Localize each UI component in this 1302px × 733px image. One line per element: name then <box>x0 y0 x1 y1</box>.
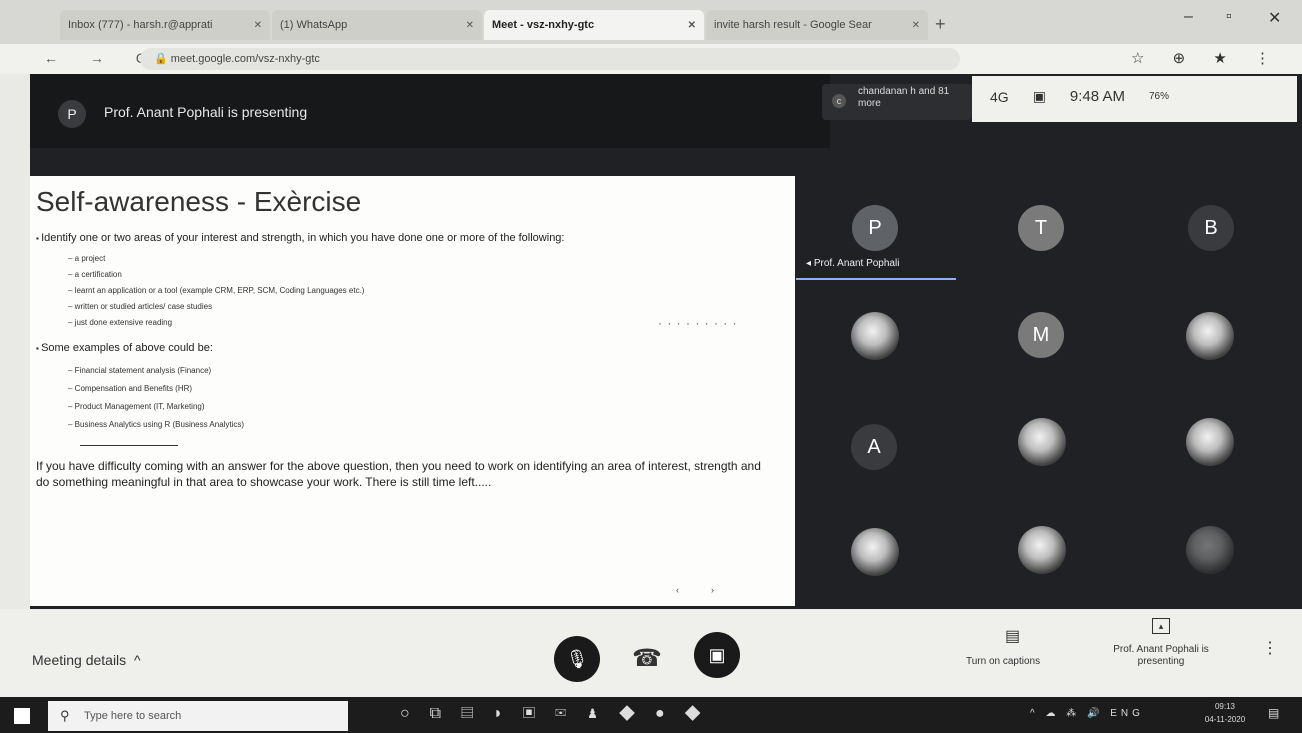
tab-title: invite harsh result - Google Sear <box>714 19 872 31</box>
prev-slide-icon[interactable]: ‹ <box>676 585 711 595</box>
extension-icons[interactable]: ☆ ⊕ ★ ⋮ <box>1131 49 1282 67</box>
close-tab-icon[interactable]: ✕ <box>688 20 696 31</box>
overlay-items: 4G ▣ 9:48 AM 76% <box>990 88 1169 105</box>
participant-avatar[interactable]: P <box>852 205 898 251</box>
slide-blank-line <box>80 445 178 446</box>
tab-meet[interactable]: Meet - vsz-nxhy-gtc ✕ <box>484 10 704 40</box>
participant-photo[interactable] <box>851 528 899 576</box>
participant-avatar[interactable]: A <box>851 424 897 470</box>
system-tray[interactable]: ^ ☁ ⁂ 🔊 ENG <box>1030 708 1144 719</box>
hang-up-button[interactable]: ☎ <box>632 644 662 673</box>
participant-photo[interactable] <box>1186 526 1234 574</box>
minimize-button[interactable]: – <box>1184 8 1193 26</box>
close-tab-icon[interactable]: ✕ <box>254 20 262 31</box>
captions-label[interactable]: Turn on captions <box>966 656 1040 667</box>
participant-avatar[interactable]: T <box>1018 205 1064 251</box>
tab-title: Inbox (777) - harsh.r@apprati <box>68 19 213 31</box>
present-icon[interactable]: ▴ <box>1152 618 1170 634</box>
slide-bullet: Some examples of above could be: <box>36 342 213 354</box>
camera-off-icon: ▣ <box>708 645 726 665</box>
slide-sub-item: Financial statement analysis (Finance) <box>68 366 212 375</box>
clock-date: 04-11-2020 <box>1204 715 1246 724</box>
clock-time: 09:13 <box>1214 702 1236 711</box>
close-tab-icon[interactable]: ✕ <box>912 20 920 31</box>
cast-icon: ▣ <box>1032 88 1046 104</box>
participant-photo[interactable] <box>851 312 899 360</box>
slide-sub-item: a project <box>68 254 106 263</box>
slide-bullet: Identify one or two areas of your intere… <box>36 232 564 244</box>
captions-icon[interactable]: ▤ <box>1005 626 1020 646</box>
status-time: 9:48 AM <box>1069 88 1125 105</box>
taskbar-app-icons[interactable]: ○⧉▤◗▣✉♟◆●◆ <box>400 705 721 723</box>
mic-off-icon: 🎙 <box>565 649 589 669</box>
slide-sub-item: written or studied articles/ case studie… <box>68 302 212 311</box>
mic-off-button[interactable]: 🎙 <box>554 636 600 682</box>
tab-gmail[interactable]: Inbox (777) - harsh.r@apprati ✕ <box>60 10 270 40</box>
presenter-highlight <box>796 278 956 280</box>
participant-photo[interactable] <box>1018 526 1066 574</box>
present-status-label[interactable]: Prof. Anant Pophali is presenting <box>1106 644 1216 668</box>
participant-avatar[interactable]: M <box>1018 312 1064 358</box>
slide-sub-item: learnt an application or a tool (example… <box>68 286 365 295</box>
maximize-button[interactable]: ▫ <box>1226 8 1232 26</box>
slide-pager[interactable]: ‹› <box>676 585 746 595</box>
slide-sub-item: just done extensive reading <box>68 318 172 327</box>
camera-off-button[interactable]: ▣ <box>694 632 740 678</box>
windows-start-icon[interactable] <box>14 708 30 724</box>
meeting-details-label: Meeting details <box>32 652 127 668</box>
url-text: meet.google.com/vsz-nxhy-gtc <box>170 53 320 65</box>
address-bar-row: ← → C 🔒 meet.google.com/vsz-nxhy-gtc ☆ ⊕… <box>0 44 1302 74</box>
participant-photo[interactable] <box>1186 312 1234 360</box>
participant-photo[interactable] <box>1186 418 1234 466</box>
slide-sub-item: Compensation and Benefits (HR) <box>68 384 192 393</box>
lock-icon: 🔒 <box>154 53 171 65</box>
signal-icon: 4G <box>990 88 1009 105</box>
chevron-up-icon: ^ <box>133 652 141 668</box>
meeting-details-button[interactable]: Meeting details ^ <box>32 652 141 668</box>
slide-paragraph: If you have difficulty coming with an an… <box>36 459 761 489</box>
more-options-icon[interactable]: ⋮ <box>1262 638 1278 658</box>
next-slide-icon[interactable]: › <box>711 585 746 595</box>
browser-tab-bar: Inbox (777) - harsh.r@apprati ✕ (1) What… <box>0 0 1302 44</box>
presenting-banner: Prof. Anant Pophali is presenting <box>104 104 308 120</box>
slide-sub-item: Product Management (IT, Marketing) <box>68 402 205 411</box>
url-field[interactable]: 🔒 meet.google.com/vsz-nxhy-gtc <box>140 48 960 70</box>
participant-avatar[interactable]: B <box>1188 205 1234 251</box>
presenter-tile-label: ◂ Prof. Anant Pophali <box>806 258 900 269</box>
presenter-avatar: P <box>58 100 86 128</box>
battery-indicator: 76% <box>1148 91 1169 102</box>
taskbar-clock[interactable]: 09:13 04-11-2020 <box>1196 700 1254 726</box>
new-tab-button[interactable]: + <box>935 14 946 35</box>
slide-sub-item: a certification <box>68 270 122 279</box>
chip-text: chandanan h and 81 more <box>858 86 950 109</box>
tab-title: (1) WhatsApp <box>280 19 348 31</box>
close-window-button[interactable]: ✕ <box>1268 8 1281 28</box>
search-placeholder: Type here to search <box>84 710 182 722</box>
slide-title: Self-awareness - Exèrcise <box>36 186 362 217</box>
tab-whatsapp[interactable]: (1) WhatsApp ✕ <box>272 10 482 40</box>
slide-dots: · · · · · · · · · <box>658 316 738 330</box>
search-icon: ⚲ <box>60 708 70 723</box>
chip-avatar: c <box>832 94 846 108</box>
tab-title: Meet - vsz-nxhy-gtc <box>492 19 595 31</box>
slide-sub-item: Business Analytics using R (Business Ana… <box>68 420 244 429</box>
tab-google-search[interactable]: invite harsh result - Google Sear ✕ <box>706 10 928 40</box>
notification-icon[interactable]: ▤ <box>1268 706 1279 720</box>
mic-icon: ◂ <box>806 258 814 269</box>
participant-photo[interactable] <box>1018 418 1066 466</box>
close-tab-icon[interactable]: ✕ <box>466 20 474 31</box>
